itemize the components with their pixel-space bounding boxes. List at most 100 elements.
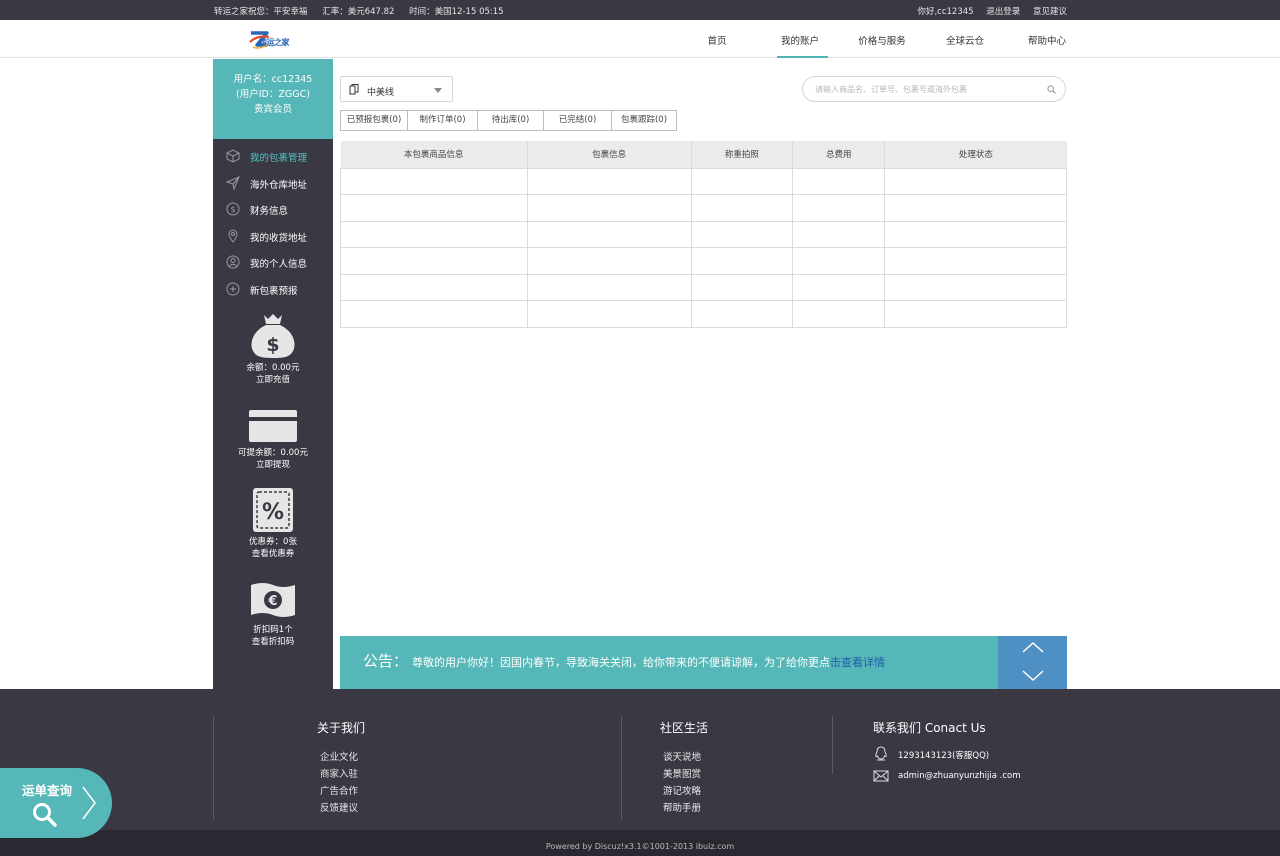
announcement-body: 尊敬的用户你好！因国内春节，导致海关关闭，给你带来的不便请谅解，为了给你更点 [412, 656, 830, 669]
add-icon [226, 282, 240, 296]
top-bar-user: 你好,cc12345 退出登录 意见建议 [907, 5, 1067, 17]
tab-make-order[interactable]: 制作订单(0) [407, 110, 478, 131]
table-cell [690, 220, 794, 248]
top-bar: 转运之家祝您：平安幸福 汇率：美元647.82 时间：美国12-15 05:15… [0, 0, 1280, 20]
nav-help-center[interactable]: 帮助中心 [1028, 33, 1066, 47]
search-icon[interactable] [1047, 85, 1056, 94]
column-header: 总费用 [792, 141, 886, 168]
table-cell [792, 167, 886, 195]
discount-code-text: 折扣码1个 [253, 625, 293, 635]
tab-forecasted[interactable]: 已预报包裹(0) [340, 110, 408, 131]
chevron-up-icon[interactable] [1022, 641, 1044, 653]
table-cell [884, 194, 1067, 222]
announcement-detail-link[interactable]: 击查看详情 [830, 656, 885, 669]
table-header-row: 本包裹商品信息 包裹信息 称重拍照 总费用 处理状态 [340, 141, 1067, 168]
sidebar-item-finance[interactable]: $ 财务信息 [213, 196, 333, 223]
table-cell [690, 167, 794, 195]
package-table: 本包裹商品信息 包裹信息 称重拍照 总费用 处理状态 [340, 141, 1067, 328]
footer-link[interactable]: 企业文化 [320, 749, 358, 763]
route-select-value: 中美线 [367, 88, 395, 98]
announcement-text: 尊敬的用户你好！因国内春节，导致海关关闭，给你带来的不便请谅解，为了给你更点击查… [412, 654, 885, 670]
search-icon [33, 803, 57, 827]
user-info-box: 用户名：cc12345 (用户ID：ZGGC) 贵宾会员 [213, 59, 333, 139]
user-id-text: (用户ID：ZGGC) [236, 89, 310, 100]
chevron-right-icon [82, 786, 96, 820]
column-header: 处理状态 [884, 141, 1067, 168]
search-box [802, 76, 1066, 102]
announcement-scroll-control [998, 636, 1067, 689]
footer-link[interactable]: 商家入驻 [320, 766, 358, 780]
contact-qq[interactable]: 1293143123(客服QQ) [898, 749, 989, 761]
sidebar-item-label: 财务信息 [250, 206, 289, 218]
package-icon [226, 149, 240, 163]
footer-link[interactable]: 游记攻略 [663, 783, 701, 797]
time-text: 时间：美国12-15 05:15 [409, 7, 504, 17]
column-header: 包裹信息 [527, 141, 692, 168]
footer-link[interactable]: 反馈建议 [320, 800, 358, 814]
logout-link[interactable]: 退出登录 [986, 7, 1020, 17]
sidebar-item-overseas-warehouse[interactable]: 海外仓库地址 [213, 170, 333, 197]
nav-pricing[interactable]: 价格与服务 [858, 33, 906, 47]
nav-global-warehouse[interactable]: 全球云仓 [946, 33, 984, 47]
hello-user-link[interactable]: 你好,cc12345 [917, 7, 973, 17]
table-cell [792, 247, 886, 275]
sidebar-item-label: 我的个人信息 [250, 259, 308, 271]
table-cell [340, 300, 528, 328]
card-icon [249, 410, 297, 442]
table-cell [526, 300, 692, 328]
table-row [340, 247, 1067, 275]
sidebar-item-label: 我的包裹管理 [250, 153, 308, 164]
footer-link[interactable]: 帮助手册 [663, 800, 701, 814]
footer-divider [832, 716, 833, 774]
tab-completed[interactable]: 已完结(0) [543, 110, 612, 131]
footer-contact-title: 联系我们 Conact Us [873, 721, 986, 735]
view-discount-link[interactable]: 查看折扣码 [213, 636, 333, 648]
feedback-link[interactable]: 意见建议 [1033, 7, 1067, 17]
tab-tracking[interactable]: 包裹跟踪(0) [611, 110, 677, 131]
table-cell [792, 300, 886, 328]
top-bar-info: 转运之家祝您：平安幸福 汇率：美元647.82 时间：美国12-15 05:15 [214, 5, 516, 17]
document-icon [349, 84, 359, 95]
sidebar-item-shipping-address[interactable]: 我的收货地址 [213, 223, 333, 250]
view-coupon-link[interactable]: 查看优惠券 [213, 548, 333, 560]
contact-email[interactable]: admin@zhuanyunzhijia .com [898, 771, 1020, 781]
greeting-text: 转运之家祝您：平安幸福 [214, 7, 308, 17]
footer-link[interactable]: 谈天说地 [663, 749, 701, 763]
sidebar-item-new-forecast[interactable]: 新包裹预报 [213, 276, 333, 303]
send-icon [226, 175, 240, 190]
waybill-query-label: 运单查询 [22, 783, 73, 798]
table-cell [526, 247, 692, 275]
route-select[interactable]: 中美线 [340, 76, 453, 102]
site-logo[interactable]: 转运之家 [249, 28, 309, 52]
footer-divider [213, 716, 214, 820]
chevron-down-icon[interactable] [1022, 670, 1044, 682]
nav-my-account[interactable]: 我的账户 [781, 33, 819, 47]
table-cell [340, 194, 528, 222]
coupon-count-text: 优惠券：0张 [249, 537, 297, 547]
nav-home[interactable]: 首页 [707, 33, 726, 47]
table-cell [792, 220, 886, 248]
logo-text: 转运之家 [259, 38, 290, 47]
table-cell [690, 300, 794, 328]
announcement-title: 公告： [363, 652, 409, 670]
search-input[interactable] [815, 82, 1035, 97]
sidebar-item-personal-info[interactable]: 我的个人信息 [213, 249, 333, 276]
recharge-link[interactable]: 立即充值 [213, 374, 333, 386]
waybill-query-button[interactable]: 运单查询 [0, 768, 112, 838]
tab-pending-outbound[interactable]: 待出库(0) [477, 110, 544, 131]
footer-link[interactable]: 美景图赏 [663, 766, 701, 780]
table-cell [526, 273, 692, 301]
copyright-text: Powered by Discuz!x3.1©1001-2013 ibuiz.c… [545, 842, 735, 851]
withdraw-widget: 可提余额：0.00元 立即提现 [213, 410, 333, 471]
table-cell [884, 300, 1067, 328]
table-cell [884, 167, 1067, 195]
footer-divider [621, 716, 622, 820]
finance-icon: $ [226, 202, 240, 216]
table-cell [340, 273, 528, 301]
sidebar-item-package-management[interactable]: 我的包裹管理 [213, 143, 333, 170]
table-cell [340, 167, 528, 195]
withdraw-link[interactable]: 立即提现 [213, 459, 333, 471]
svg-text:$: $ [266, 334, 279, 356]
footer-link[interactable]: 广告合作 [320, 783, 358, 797]
footer-community-title: 社区生活 [660, 721, 709, 735]
